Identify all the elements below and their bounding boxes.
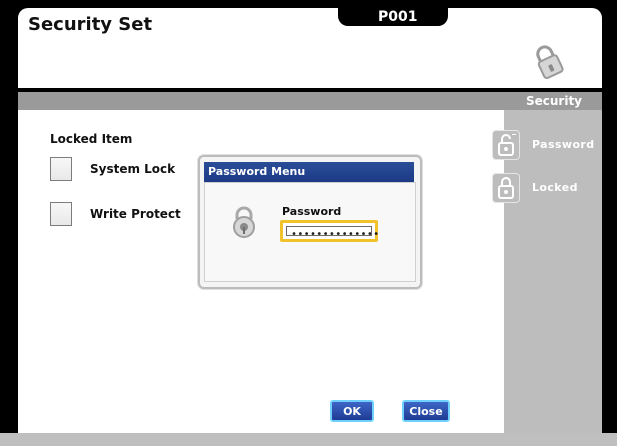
password-input[interactable]: ••••••••••••••	[280, 220, 379, 242]
password-masked-value: ••••••••••••••	[291, 229, 380, 240]
security-lock-icon	[536, 45, 564, 80]
section-separator	[18, 92, 602, 110]
close-button[interactable]: Close	[402, 400, 450, 422]
dialog-title: Password Menu	[204, 162, 414, 182]
security-section-label: Security	[525, 94, 582, 108]
bottom-bar	[0, 433, 617, 446]
sidebar-item-label: Locked	[532, 181, 578, 194]
password-label: Password	[282, 205, 342, 218]
system-lock-checkbox[interactable]	[50, 157, 72, 181]
open-padlock-icon	[492, 130, 520, 160]
sidebar-item-label: Password	[532, 138, 595, 151]
ok-button[interactable]: OK	[330, 400, 374, 422]
password-input-inner: ••••••••••••••	[286, 226, 379, 240]
system-lock-label: System Lock	[90, 162, 176, 176]
page-code: P001	[378, 9, 418, 25]
sidebar-item-password[interactable]: Password	[492, 130, 602, 160]
padlock-icon	[233, 206, 255, 238]
write-protect-label: Write Protect	[90, 207, 181, 221]
sidebar-item-locked[interactable]: Locked	[492, 173, 602, 203]
closed-padlock-icon	[492, 173, 520, 203]
page-title: Security Set	[28, 14, 153, 35]
write-protect-checkbox[interactable]	[50, 202, 72, 226]
locked-item-title: Locked Item	[50, 132, 133, 146]
